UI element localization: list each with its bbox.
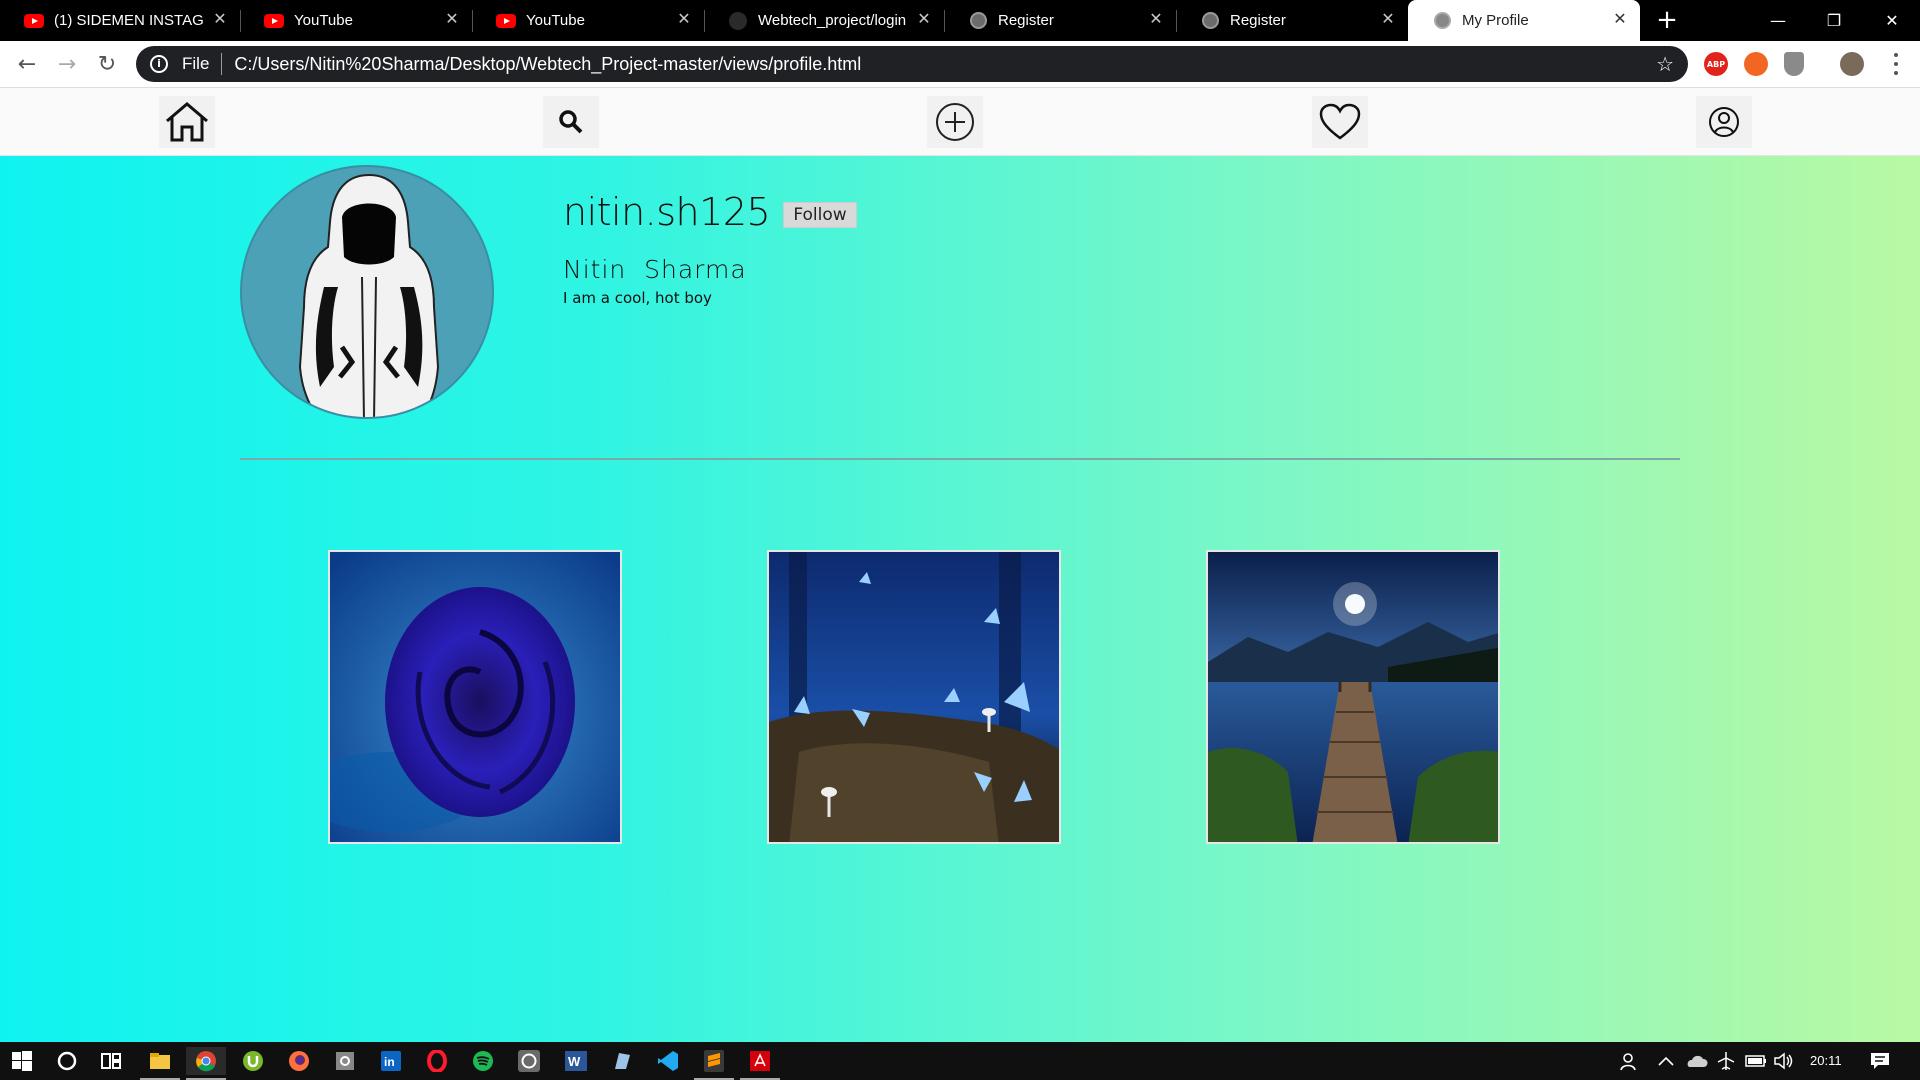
browser-menu-icon[interactable] <box>1884 51 1908 77</box>
youtube-icon <box>496 11 516 31</box>
windows-taskbar: in W 20:11 <box>0 1042 1920 1080</box>
clock-time[interactable]: 20:11 <box>1810 1053 1842 1068</box>
browser-tab[interactable]: YouTube ✕ <box>472 0 705 41</box>
shield-extension-icon[interactable] <box>1784 52 1804 76</box>
profile-username: nitin.sh125 <box>563 190 771 234</box>
user-avatar-icon[interactable] <box>1840 52 1864 76</box>
close-tab-icon[interactable]: ✕ <box>1610 10 1630 30</box>
heart-icon[interactable] <box>1312 96 1368 148</box>
follow-button[interactable]: Follow <box>783 202 857 228</box>
tab-title: (1) SIDEMEN INSTAGRA <box>54 12 204 29</box>
extension-orange-icon[interactable] <box>1744 52 1768 76</box>
notes-icon[interactable] <box>608 1047 636 1075</box>
scheme-label: File <box>182 54 210 73</box>
post-thumbnail[interactable] <box>767 550 1061 844</box>
airplane-mode-icon[interactable] <box>1712 1047 1740 1075</box>
close-tab-icon[interactable]: ✕ <box>1146 10 1166 30</box>
site-info-icon[interactable]: i <box>150 55 168 73</box>
whatsapp-icon[interactable] <box>515 1047 543 1075</box>
notifications-icon[interactable] <box>1866 1047 1894 1075</box>
new-tab-button[interactable]: + <box>1652 6 1682 36</box>
tab-title: YouTube <box>294 12 353 29</box>
tab-title: Register <box>998 12 1054 29</box>
github-icon <box>728 11 748 31</box>
vscode-icon[interactable] <box>654 1047 682 1075</box>
post-thumbnail[interactable] <box>1206 550 1500 844</box>
globe-icon <box>1432 11 1452 31</box>
cortana-icon[interactable] <box>53 1047 81 1075</box>
word-icon[interactable]: W <box>562 1047 590 1075</box>
screenshot-app-icon[interactable] <box>331 1047 359 1075</box>
svg-text:W: W <box>568 1054 581 1069</box>
tab-title: Register <box>1230 12 1286 29</box>
globe-icon <box>1200 11 1220 31</box>
spotify-icon[interactable] <box>469 1047 497 1075</box>
onedrive-icon[interactable] <box>1682 1047 1710 1075</box>
reload-button[interactable]: ↻ <box>92 49 122 79</box>
tab-title: My Profile <box>1462 12 1529 29</box>
browser-tab[interactable]: Register ✕ <box>1176 0 1408 41</box>
close-tab-icon[interactable]: ✕ <box>674 10 694 30</box>
profile-avatar <box>240 165 494 419</box>
svg-text:in: in <box>384 1055 395 1069</box>
globe-icon <box>968 11 988 31</box>
utorrent-icon[interactable] <box>239 1047 267 1075</box>
forward-button[interactable]: → <box>52 49 82 79</box>
search-icon[interactable] <box>543 96 599 148</box>
chrome-icon[interactable] <box>186 1047 226 1075</box>
profile-bio: I am a cool, hot boy <box>563 289 712 307</box>
sublime-icon[interactable] <box>700 1047 728 1075</box>
opera-icon[interactable] <box>423 1047 451 1075</box>
profile-icon[interactable] <box>1696 96 1752 148</box>
windows-start-icon[interactable] <box>8 1047 36 1075</box>
linkedin-icon[interactable]: in <box>377 1047 405 1075</box>
add-post-icon[interactable] <box>927 96 983 148</box>
restore-button[interactable]: ❐ <box>1806 0 1862 41</box>
close-tab-icon[interactable]: ✕ <box>210 10 230 30</box>
browser-toolbar: ← → ↻ i File C:/Users/Nitin%20Sharma/Des… <box>0 41 1920 88</box>
minimize-button[interactable]: — <box>1750 0 1806 41</box>
firefox-icon[interactable] <box>285 1047 313 1075</box>
tab-title: YouTube <box>526 12 585 29</box>
battery-icon[interactable] <box>1742 1047 1770 1075</box>
url-text[interactable]: C:/Users/Nitin%20Sharma/Desktop/Webtech_… <box>234 54 861 75</box>
adblock-icon[interactable]: ABP <box>1704 52 1728 76</box>
browser-tab[interactable]: (1) SIDEMEN INSTAGRA ✕ <box>0 0 241 41</box>
acrobat-icon[interactable] <box>746 1047 774 1075</box>
browser-tab-strip: (1) SIDEMEN INSTAGRA ✕ YouTube ✕ YouTube… <box>0 0 1920 41</box>
browser-tab[interactable]: YouTube ✕ <box>240 0 473 41</box>
task-view-icon[interactable] <box>97 1047 125 1075</box>
close-window-button[interactable]: ✕ <box>1864 0 1920 41</box>
tab-title: Webtech_project/login <box>758 12 906 29</box>
browser-tab[interactable]: Register ✕ <box>944 0 1177 41</box>
browser-tab[interactable]: Webtech_project/login ✕ <box>704 0 945 41</box>
close-tab-icon[interactable]: ✕ <box>914 10 934 30</box>
bookmark-star-icon[interactable]: ☆ <box>1656 52 1674 76</box>
post-thumbnail[interactable] <box>328 550 622 844</box>
youtube-icon <box>24 11 44 31</box>
chevron-up-icon[interactable] <box>1652 1047 1680 1075</box>
home-icon[interactable] <box>159 96 215 148</box>
back-button[interactable]: ← <box>12 49 42 79</box>
page-viewport: nitin.sh125 Follow Nitin Sharma I am a c… <box>0 88 1920 1042</box>
people-icon[interactable] <box>1616 1047 1644 1075</box>
browser-tab-active[interactable]: My Profile ✕ <box>1408 0 1640 41</box>
youtube-icon <box>264 11 284 31</box>
address-bar[interactable]: i File C:/Users/Nitin%20Sharma/Desktop/W… <box>136 46 1688 82</box>
profile-full-name: Nitin Sharma <box>563 255 747 284</box>
profile-divider <box>240 458 1680 460</box>
volume-icon[interactable] <box>1770 1047 1798 1075</box>
close-tab-icon[interactable]: ✕ <box>442 10 462 30</box>
close-tab-icon[interactable]: ✕ <box>1378 10 1398 30</box>
file-explorer-icon[interactable] <box>146 1047 174 1075</box>
app-navbar <box>0 88 1920 156</box>
